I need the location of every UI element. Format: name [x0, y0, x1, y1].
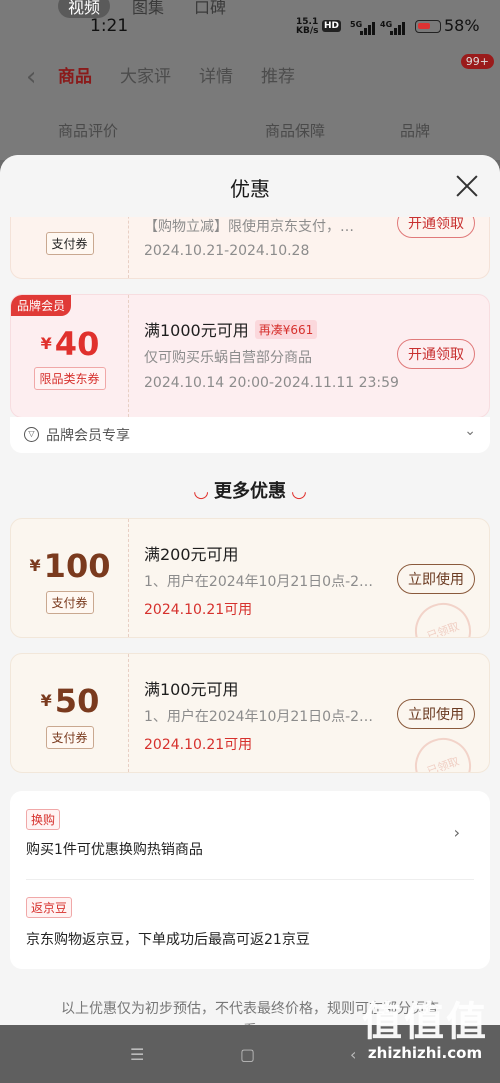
- tab-product[interactable]: 商品: [58, 62, 92, 87]
- bg-row-item: 商品评价: [58, 122, 119, 140]
- coupon-amount: ¥40: [40, 325, 100, 363]
- jingdou-text: 京东购物返京豆，下单成功后最高可返21京豆: [26, 932, 310, 948]
- coupon-date: 2024.10.21-2024.10.28: [144, 243, 310, 259]
- status-time: 1:21: [90, 16, 129, 36]
- claimed-stamp: 已领取: [407, 595, 479, 637]
- coupon-amount: ¥100: [29, 547, 111, 585]
- coupon-desc: 【购物立减】限使用京东支付，…: [144, 219, 354, 235]
- coupon-left: ¥50 支付券: [11, 654, 129, 772]
- net-speed: 15.1 KB/s: [296, 17, 319, 36]
- brand-member-strip[interactable]: ▽ 品牌会员专享 ⌄: [10, 417, 490, 453]
- brand-member-icon: ▽: [24, 427, 39, 442]
- use-now-button[interactable]: 立即使用: [397, 564, 475, 594]
- bg-row-item: 品牌: [400, 122, 431, 140]
- jingdou-row: 返京豆 京东购物返京豆，下单成功后最高可返21京豆: [10, 879, 490, 969]
- menu-icon[interactable]: ☰: [130, 1045, 144, 1064]
- background-app: 视频 图集 口碑 1:21 15.1 KB/s HD 5G 4G 58% ‹ 商品…: [0, 0, 500, 160]
- back-nav-icon[interactable]: ‹: [350, 1045, 356, 1064]
- extra-offers: 换购 购买1件可优惠换购热销商品 › 返京豆 京东购物返京豆，下单成功后最高可返…: [10, 791, 490, 969]
- trade-in-text: 购买1件可优惠换购热销商品: [26, 842, 203, 858]
- status-bar: 1:21 15.1 KB/s HD 5G 4G 58%: [0, 16, 500, 42]
- battery-icon: [415, 20, 441, 33]
- use-now-button[interactable]: 立即使用: [397, 699, 475, 729]
- chevron-down-icon[interactable]: ⌄: [464, 423, 476, 439]
- tab-recommend[interactable]: 推荐: [261, 62, 295, 87]
- coupon-date: 2024.10.21可用: [144, 602, 253, 618]
- coupon-type-tag: 支付券: [45, 591, 94, 614]
- watermark-text: 值值值: [362, 999, 488, 1045]
- signal-5g-icon: [360, 22, 375, 35]
- message-badge[interactable]: 99+: [460, 54, 494, 69]
- product-nav: ‹ 商品 大家评 详情 推荐 99+: [0, 54, 500, 92]
- back-icon[interactable]: ‹: [26, 62, 36, 92]
- coupon-card-brand: 品牌会员 ¥40 限品类东券 满1000元可用 再凑¥661 仅可购买乐蜗自营部分…: [10, 294, 490, 418]
- home-icon[interactable]: ▢: [240, 1045, 255, 1064]
- coupon-left: ¥100 支付券: [11, 519, 129, 637]
- watermark-logo: 值值值 zhizhizhi.com: [362, 1000, 488, 1062]
- trade-in-row[interactable]: 换购 购买1件可优惠换购热销商品 ›: [10, 791, 490, 879]
- chevron-right-icon[interactable]: ›: [454, 823, 460, 842]
- coupon-date: 2024.10.21可用: [144, 737, 253, 753]
- coupon-type-tag: 限品类东券: [33, 367, 106, 390]
- coupon-card: ¥100 支付券 满200元可用 1、用户在2024年10月21日0点-2… 2…: [10, 518, 490, 638]
- battery-percent: 58%: [444, 16, 480, 35]
- tab-details[interactable]: 详情: [199, 62, 233, 87]
- coupon-title: 满1000元可用 再凑¥661: [144, 317, 318, 341]
- coupon-date: 2024.10.14 20:00-2024.11.11 23:59: [144, 375, 399, 391]
- addup-hint: 再凑¥661: [254, 320, 318, 339]
- coupon-title: 满100元可用: [144, 680, 239, 699]
- discount-sheet: 支付券 【购物立减】限使用京东支付，… 2024.10.21-2024.10.2…: [0, 155, 500, 1025]
- activate-claim-button[interactable]: 开通领取: [397, 339, 475, 369]
- coupon-desc: 1、用户在2024年10月21日0点-2…: [144, 709, 374, 725]
- brand-member-label: 品牌会员专享: [46, 428, 130, 444]
- sheet-header: 优惠: [0, 155, 500, 217]
- coupon-type-tag: 支付券: [45, 232, 94, 255]
- claimed-stamp: 已领取: [407, 730, 479, 772]
- coupon-title: 满200元可用: [144, 545, 239, 564]
- more-discounts-title: ◡ 更多优惠 ◡: [194, 481, 306, 502]
- sheet-title: 优惠: [230, 177, 270, 201]
- coupon-type-tag: 支付券: [45, 726, 94, 749]
- coupon-amount: ¥50: [40, 682, 100, 720]
- bg-row-item: 商品保障: [265, 122, 326, 140]
- hd-icon: HD: [322, 20, 342, 32]
- signal-4g-icon: [390, 22, 405, 35]
- coupon-left: ¥40 限品类东券: [11, 295, 129, 417]
- coupon-desc: 1、用户在2024年10月21日0点-2…: [144, 574, 374, 590]
- tab-reviews[interactable]: 大家评: [120, 62, 171, 87]
- sheet-scroll-area[interactable]: 支付券 【购物立减】限使用京东支付，… 2024.10.21-2024.10.2…: [0, 155, 500, 1025]
- close-icon[interactable]: [454, 173, 480, 199]
- jingdou-tag: 返京豆: [26, 897, 73, 918]
- coupon-desc: 仅可购买乐蜗自营部分商品: [144, 350, 312, 366]
- trade-in-tag: 换购: [26, 809, 61, 830]
- coupon-card: ¥50 支付券 满100元可用 1、用户在2024年10月21日0点-2… 20…: [10, 653, 490, 773]
- watermark-url: zhizhizhi.com: [367, 1044, 483, 1062]
